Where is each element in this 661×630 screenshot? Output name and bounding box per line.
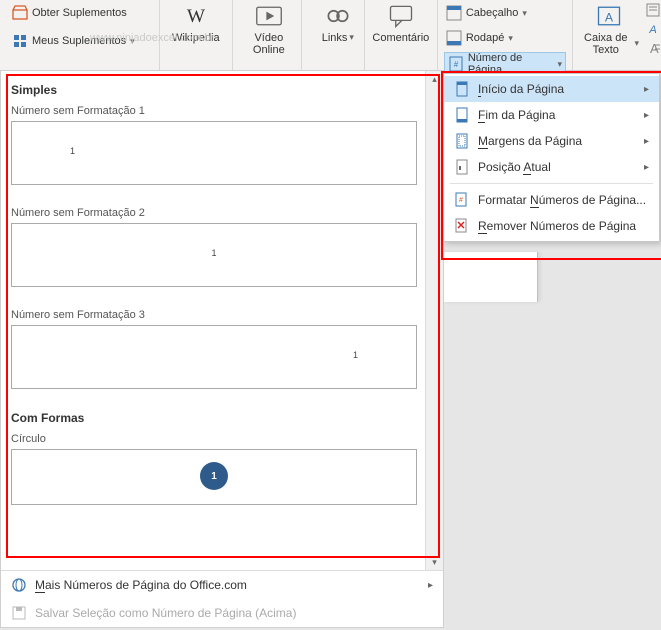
links-label: Links: [322, 32, 348, 44]
rodape-label: Rodapé: [466, 32, 505, 44]
svg-text:#: #: [454, 60, 459, 69]
chevron-down-icon: ▾: [522, 8, 527, 19]
chevron-down-icon: ▾: [557, 59, 562, 70]
video-online-button[interactable]: Vídeo Online: [239, 2, 299, 56]
menu-remover-label: Remover Números de Página: [478, 219, 649, 233]
video-online-label: Vídeo Online: [239, 32, 299, 56]
wikipedia-label: Wikipedia: [172, 32, 220, 44]
menu-fim-pagina[interactable]: Fim da Página ▸: [444, 102, 659, 128]
page-number-value: 1: [70, 146, 75, 156]
mais-numeros-label: Mais Números de Página do Office.com: [35, 578, 420, 592]
menu-formatar-label: Formatar Números de Página...: [478, 193, 649, 207]
cabecalho-label: Cabeçalho: [466, 7, 519, 19]
link-icon: [324, 2, 352, 30]
preview-circulo[interactable]: 1: [11, 449, 417, 505]
chevron-right-icon: ▸: [428, 580, 433, 591]
option-label-3: Número sem Formatação 3: [11, 309, 417, 321]
comentario-label: Comentário: [372, 32, 429, 44]
page-top-icon: [454, 81, 470, 97]
page-number-value: 1: [353, 350, 358, 360]
svg-text:A: A: [648, 24, 656, 36]
video-icon: [255, 2, 283, 30]
dropcap-icon[interactable]: A: [645, 40, 661, 56]
meus-suplementos-label: Meus Suplementos: [32, 35, 126, 47]
option-label-2: Número sem Formatação 2: [11, 207, 417, 219]
wordart-icon[interactable]: A: [645, 21, 661, 37]
caixa-texto-label: Caixa de Texto: [579, 32, 632, 56]
menu-formatar-numeros[interactable]: # Formatar Números de Página...: [444, 187, 659, 213]
option-label-1: Número sem Formatação 1: [11, 105, 417, 117]
chevron-right-icon: ▸: [644, 110, 649, 121]
preview-format-3[interactable]: 1: [11, 325, 417, 389]
chevron-down-icon: ▾: [130, 36, 135, 47]
office-icon: [11, 577, 27, 593]
svg-text:#: #: [459, 197, 463, 204]
store-icon: [12, 5, 28, 21]
menu-separator: [450, 183, 653, 184]
salvar-selecao-label: Salvar Seleção como Número de Página (Ac…: [35, 606, 433, 620]
salvar-selecao-button: Salvar Seleção como Número de Página (Ac…: [1, 599, 443, 627]
page-number-gallery: Simples Número sem Formatação 1 1 Número…: [0, 70, 444, 628]
menu-remover-numeros[interactable]: Remover Números de Página: [444, 213, 659, 239]
circle-page-number: 1: [200, 462, 228, 490]
numero-pagina-submenu: Início da Página ▸ Fim da Página ▸ Marge…: [443, 73, 660, 242]
menu-margens-label: Margens da Página: [478, 134, 636, 148]
remove-number-icon: [454, 218, 470, 234]
cursor-position-icon: [454, 159, 470, 175]
preview-format-1[interactable]: 1: [11, 121, 417, 185]
quickparts-icon[interactable]: [645, 2, 661, 18]
links-button[interactable]: Links ▾: [308, 2, 368, 44]
footer-icon: [446, 30, 462, 46]
svg-text:W: W: [187, 6, 206, 27]
chevron-right-icon: ▸: [644, 136, 649, 147]
page-number-value: 1: [211, 248, 216, 258]
obter-suplementos-button[interactable]: Obter Suplementos: [10, 2, 153, 24]
gallery-scrollbar[interactable]: ▴ ▾: [425, 71, 443, 570]
addins-icon: [12, 33, 28, 49]
page-number-icon: #: [448, 56, 464, 72]
preview-format-2[interactable]: 1: [11, 223, 417, 287]
document-page: [442, 252, 538, 302]
mais-numeros-office-button[interactable]: Mais Números de Página do Office.com ▸: [1, 571, 443, 599]
menu-posicao-atual[interactable]: Posição Atual ▸: [444, 154, 659, 180]
page-bottom-icon: [454, 107, 470, 123]
obter-suplementos-label: Obter Suplementos: [32, 7, 127, 19]
caixa-texto-button[interactable]: A Caixa de Texto ▾: [579, 2, 639, 56]
section-com-formas: Com Formas: [11, 411, 417, 425]
chevron-right-icon: ▸: [644, 162, 649, 173]
format-number-icon: #: [454, 192, 470, 208]
scroll-up-icon[interactable]: ▴: [426, 71, 443, 87]
textbox-icon: A: [595, 2, 623, 30]
rodape-button[interactable]: Rodapé ▾: [444, 27, 566, 49]
menu-margens-pagina[interactable]: Margens da Página ▸: [444, 128, 659, 154]
header-icon: [446, 5, 462, 21]
wikipedia-button[interactable]: W Wikipedia: [166, 2, 226, 44]
chevron-down-icon: ▾: [349, 33, 354, 43]
menu-inicio-pagina[interactable]: Início da Página ▸: [444, 76, 659, 102]
menu-fim-label: Fim da Página: [478, 108, 636, 122]
save-icon: [11, 605, 27, 621]
option-label-circulo: Círculo: [11, 433, 417, 445]
chevron-right-icon: ▸: [644, 84, 649, 95]
section-simples: Simples: [11, 83, 417, 97]
wikipedia-icon: W: [182, 2, 210, 30]
menu-inicio-label: Início da Página: [478, 82, 636, 96]
chevron-down-icon: ▾: [634, 39, 639, 49]
comment-icon: [387, 2, 415, 30]
page-margins-icon: [454, 133, 470, 149]
chevron-down-icon: ▾: [508, 33, 513, 44]
svg-text:A: A: [605, 10, 614, 24]
comentario-button[interactable]: Comentário: [371, 2, 431, 44]
menu-posicao-label: Posição Atual: [478, 160, 636, 174]
scroll-down-icon[interactable]: ▾: [426, 554, 443, 570]
cabecalho-button[interactable]: Cabeçalho ▾: [444, 2, 566, 24]
meus-suplementos-button[interactable]: Meus Suplementos ▾: [10, 30, 153, 52]
